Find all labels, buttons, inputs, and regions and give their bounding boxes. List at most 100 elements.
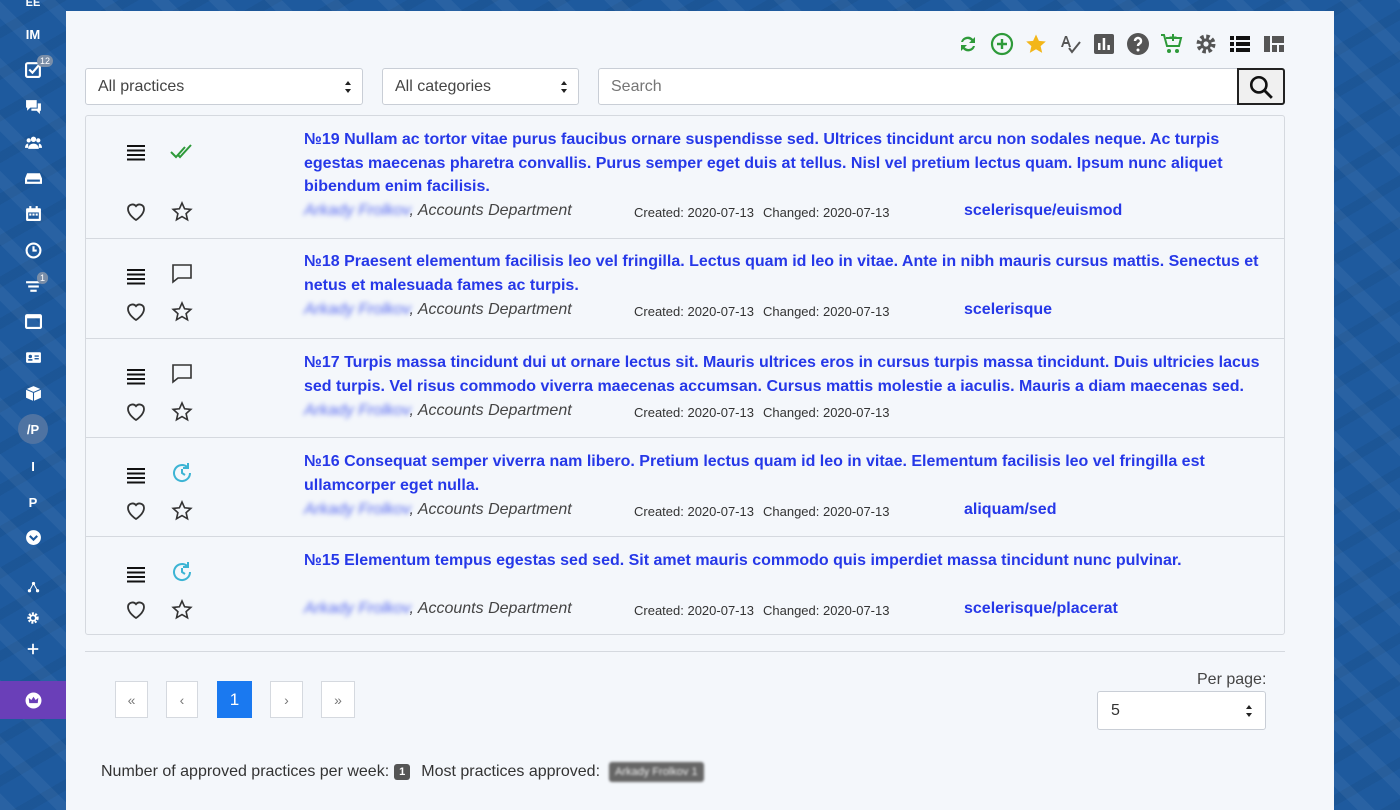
sidebar-item-calendar[interactable] (0, 198, 66, 228)
most-approved-user-badge[interactable]: Arkady Frolkov 1 (609, 762, 704, 782)
sidebar-item-top[interactable]: EE (0, 0, 66, 18)
practice-tag[interactable]: aliquam/sed (964, 501, 1056, 519)
practice-row: №16 Consequat semper viverra nam libero.… (86, 438, 1284, 537)
drag-handle[interactable] (123, 561, 149, 587)
settings-button[interactable] (1194, 32, 1218, 56)
practice-tag[interactable]: scelerisque/placerat (964, 600, 1118, 618)
created-date: Created: 2020-07-13 (634, 304, 754, 319)
like-button[interactable] (123, 399, 149, 425)
practice-title[interactable]: №17 Turpis massa tincidunt dui ut ornare… (304, 351, 1266, 398)
sidebar-item-practices[interactable]: /P (0, 414, 66, 444)
practice-title[interactable]: №16 Consequat semper viverra nam libero.… (304, 450, 1266, 497)
created-date: Created: 2020-07-13 (634, 603, 754, 618)
sidebar-item-settings[interactable] (0, 603, 66, 633)
hierarchy-icon (27, 581, 39, 592)
sidebar-item-contacts[interactable] (0, 342, 66, 372)
favorite-button[interactable] (169, 399, 195, 425)
heart-icon (127, 203, 145, 222)
plus-icon (27, 643, 39, 655)
sidebar-item-users[interactable] (0, 127, 66, 157)
author-department: , Accounts Department (409, 600, 572, 617)
list-view-button[interactable] (1228, 32, 1252, 56)
sidebar-item-history[interactable] (0, 235, 66, 265)
sidebar-item-structure[interactable] (0, 572, 66, 602)
author-name[interactable]: Arkady Frolkov (304, 402, 410, 419)
author-name[interactable]: Arkady Frolkov (304, 501, 410, 518)
chevron-down-circle-icon (25, 529, 41, 545)
practices-filter-value: All practices (98, 77, 185, 95)
gear-icon (1196, 34, 1216, 54)
left-sidebar: EE IM 12 1 /P I P (0, 0, 66, 810)
drag-handle[interactable] (123, 462, 149, 488)
favorite-button[interactable] (169, 299, 195, 325)
author-name[interactable]: Arkady Frolkov (304, 600, 410, 617)
window-icon (24, 313, 42, 329)
sidebar-item-inbox[interactable] (0, 163, 66, 193)
practice-title[interactable]: №18 Praesent elementum facilisis leo vel… (304, 250, 1266, 297)
cart-add-icon (1161, 34, 1183, 53)
star-filled-icon (1026, 34, 1046, 53)
sidebar-item-p[interactable]: P (0, 487, 66, 517)
like-button[interactable] (123, 597, 149, 623)
changed-date: Changed: 2020-07-13 (762, 504, 890, 519)
tile-view-button[interactable] (1262, 32, 1286, 56)
favorites-button[interactable] (1024, 32, 1048, 56)
menu-lines-icon (127, 567, 145, 583)
heart-icon (127, 601, 145, 620)
sidebar-item-add[interactable] (0, 634, 66, 664)
star-outline-icon (171, 201, 193, 222)
sidebar-item-im[interactable]: IM (0, 19, 66, 49)
sidebar-item-expand[interactable] (0, 522, 66, 552)
sidebar-item-window[interactable] (0, 306, 66, 336)
like-button[interactable] (123, 498, 149, 524)
search-icon (1249, 75, 1273, 99)
search-button[interactable] (1237, 68, 1285, 105)
approved-status (169, 139, 195, 165)
cart-button[interactable] (1160, 32, 1184, 56)
star-outline-icon (171, 401, 193, 422)
categories-filter-select[interactable]: All categories (382, 68, 579, 105)
practice-tag[interactable]: scelerisque (964, 301, 1052, 319)
practice-row: №17 Turpis massa tincidunt dui ut ornare… (86, 339, 1284, 438)
statistics-button[interactable] (1092, 32, 1116, 56)
drag-handle[interactable] (123, 363, 149, 389)
practice-tag[interactable]: scelerisque/euismod (964, 202, 1122, 220)
sidebar-item-box[interactable] (0, 378, 66, 408)
practices-filter-select[interactable]: All practices (85, 68, 363, 105)
pagination-current[interactable]: 1 (217, 681, 252, 718)
like-button[interactable] (123, 299, 149, 325)
sidebar-item-chat[interactable] (0, 91, 66, 121)
pagination-first[interactable]: « (115, 681, 148, 718)
per-page-value: 5 (1111, 701, 1120, 719)
sidebar-item-tasks[interactable]: 12 (0, 54, 66, 84)
changed-date: Changed: 2020-07-13 (762, 405, 890, 420)
sidebar-item-filter[interactable]: 1 (0, 271, 66, 301)
sidebar-label-p-slash: /P (26, 421, 40, 437)
pagination-prev[interactable]: ‹ (166, 681, 198, 718)
sidebar-item-profile[interactable] (0, 681, 66, 719)
drag-handle[interactable] (123, 263, 149, 289)
author-name[interactable]: Arkady Frolkov (304, 202, 410, 219)
practice-title[interactable]: №15 Elementum tempus egestas sed sed. Si… (304, 549, 1266, 573)
practice-row: №19 Nullam ac tortor vitae purus faucibu… (86, 116, 1284, 239)
spellcheck-button[interactable] (1058, 32, 1082, 56)
add-practice-button[interactable] (990, 32, 1014, 56)
practice-row: №15 Elementum tempus egestas sed sed. Si… (86, 537, 1284, 634)
author-department: , Accounts Department (409, 501, 572, 518)
favorite-button[interactable] (169, 498, 195, 524)
menu-lines-icon (127, 468, 145, 484)
author-name[interactable]: Arkady Frolkov (304, 301, 410, 318)
refresh-button[interactable] (956, 32, 980, 56)
like-button[interactable] (123, 199, 149, 225)
sidebar-item-i[interactable]: I (0, 451, 66, 481)
drag-handle[interactable] (123, 139, 149, 165)
pagination-next[interactable]: › (270, 681, 303, 718)
star-outline-icon (171, 500, 193, 521)
pagination-last[interactable]: » (321, 681, 355, 718)
practice-title[interactable]: №19 Nullam ac tortor vitae purus faucibu… (304, 128, 1266, 199)
per-page-select[interactable]: 5 (1097, 691, 1266, 730)
favorite-button[interactable] (169, 199, 195, 225)
help-button[interactable] (1126, 32, 1150, 56)
search-input[interactable] (598, 68, 1238, 105)
favorite-button[interactable] (169, 597, 195, 623)
